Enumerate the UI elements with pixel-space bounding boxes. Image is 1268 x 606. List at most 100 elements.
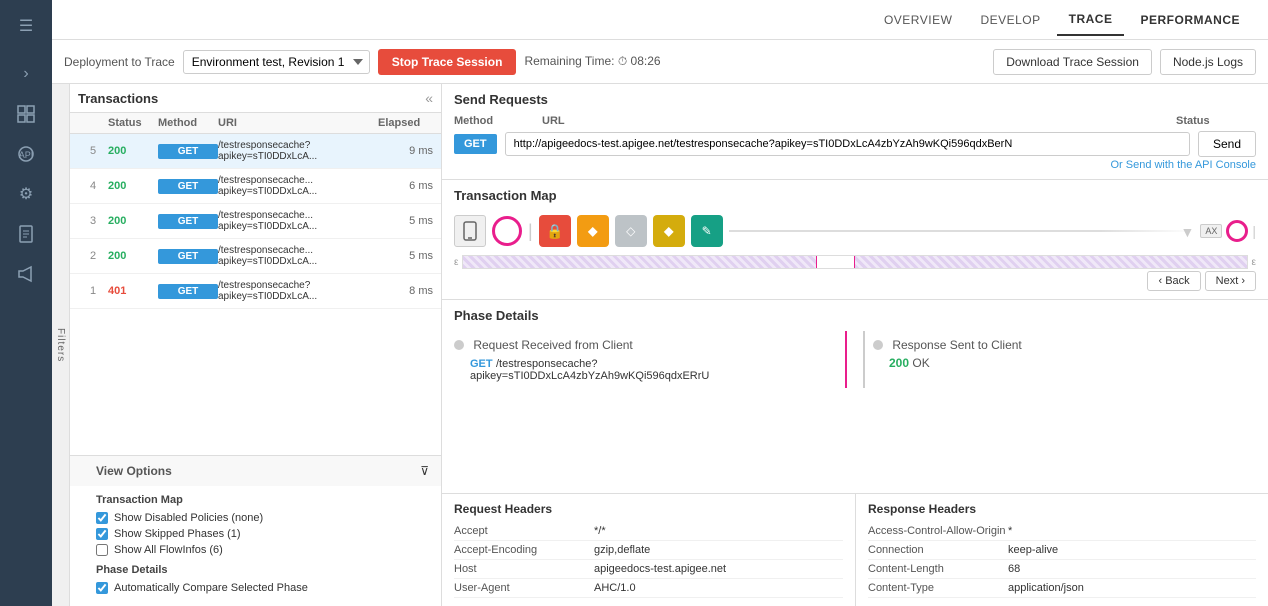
- separator-sm-icon: |: [1252, 223, 1256, 239]
- flow-right-side: AX |: [1200, 220, 1256, 242]
- timeline-end-marker: ε: [1252, 257, 1256, 268]
- back-button[interactable]: ‹ Back: [1147, 271, 1200, 291]
- right-panel: Send Requests Method URL Status GET Send…: [442, 84, 1268, 606]
- deployment-label: Deployment to Trace: [64, 55, 175, 69]
- request-headers-title: Request Headers: [454, 502, 843, 516]
- nav-trace[interactable]: TRACE: [1057, 4, 1125, 36]
- method-column-header: Method: [454, 115, 534, 127]
- download-trace-button[interactable]: Download Trace Session: [993, 49, 1152, 75]
- phase-request-indicator: [454, 340, 464, 350]
- phase-response: Response Sent to Client 200 OK: [863, 331, 1256, 388]
- nav-develop[interactable]: DEVELOP: [968, 5, 1052, 35]
- table-row[interactable]: 3 200 GET /testresponsecache... apikey=s…: [70, 204, 441, 239]
- url-column-header: URL: [542, 115, 1168, 127]
- circle-pink-sm-icon: [1226, 220, 1248, 242]
- grid-icon[interactable]: [8, 96, 44, 132]
- separator-icon: |: [528, 221, 533, 242]
- settings-icon[interactable]: ⚙: [8, 176, 44, 212]
- timeline-segment-1: [463, 256, 815, 268]
- skipped-phases-checkbox[interactable]: [96, 528, 108, 540]
- nav-overview[interactable]: OVERVIEW: [872, 5, 964, 35]
- timeline-segment-pink: [816, 256, 855, 268]
- sidebar: ☰ › API ⚙: [0, 0, 52, 606]
- table-row[interactable]: 2 200 GET /testresponsecache... apikey=s…: [70, 239, 441, 274]
- auto-compare-checkbox[interactable]: [96, 582, 108, 594]
- svg-text:API: API: [19, 150, 34, 160]
- menu-icon[interactable]: ☰: [8, 8, 44, 44]
- table-row[interactable]: 4 200 GET /testresponsecache... apikey=s…: [70, 169, 441, 204]
- response-headers-panel: Response Headers Access-Control-Allow-Or…: [855, 494, 1268, 606]
- method-get-btn[interactable]: GET: [158, 179, 218, 194]
- url-input[interactable]: [505, 132, 1190, 156]
- table-row[interactable]: 5 200 GET /testresponsecache? apikey=sTI…: [70, 134, 441, 169]
- send-button[interactable]: Send: [1198, 131, 1256, 157]
- stop-trace-button[interactable]: Stop Trace Session: [378, 49, 517, 75]
- header-row: Access-Control-Allow-Origin *: [868, 522, 1256, 541]
- response-headers-title: Response Headers: [868, 502, 1256, 516]
- api-icon[interactable]: API: [8, 136, 44, 172]
- phase-request: Request Received from Client GET /testre…: [454, 331, 847, 388]
- header-row: Host apigeedocs-test.apigee.net: [454, 560, 843, 579]
- diamond-gray-icon[interactable]: ◇: [615, 215, 647, 247]
- top-nav: OVERVIEW DEVELOP TRACE PERFORMANCE: [52, 0, 1268, 40]
- method-get-btn[interactable]: GET: [158, 214, 218, 229]
- phase-response-indicator: [873, 340, 883, 350]
- transactions-table: Status Method URI Elapsed 5 200 GET /tes…: [70, 113, 441, 455]
- method-get-btn[interactable]: GET: [158, 144, 218, 159]
- api-console-link[interactable]: Or Send with the API Console: [454, 159, 1256, 171]
- remaining-label: Remaining Time: ⏱ 08:26: [524, 54, 660, 69]
- view-options-phase-title: Phase Details: [96, 564, 429, 576]
- header-row: Connection keep-alive: [868, 541, 1256, 560]
- ax-badge: AX: [1200, 224, 1222, 238]
- checkbox-all-flowinfos[interactable]: Show All FlowInfos (6): [96, 544, 429, 556]
- view-options: View Options ⊽ Transaction Map Show Disa…: [70, 455, 441, 606]
- megaphone-icon[interactable]: [8, 256, 44, 292]
- phase-request-title: Request Received from Client: [473, 338, 632, 352]
- next-button[interactable]: Next ›: [1205, 271, 1256, 291]
- all-flowinfos-checkbox[interactable]: [96, 544, 108, 556]
- phase-request-details: GET /testresponsecache? apikey=sTI0DDxLc…: [454, 356, 837, 382]
- transaction-map-section: Transaction Map | 🔒 ◆ ◇ ◆ ✎: [442, 180, 1268, 300]
- diamond-yellow-icon[interactable]: ◆: [577, 215, 609, 247]
- timeline-start-marker: ε: [454, 257, 458, 268]
- timeline-nav: ‹ Back Next ›: [454, 271, 1256, 291]
- transactions-header: Transactions «: [70, 84, 441, 113]
- view-options-header[interactable]: View Options ⊽: [70, 456, 441, 486]
- method-get-btn[interactable]: GET: [158, 284, 218, 299]
- checkbox-auto-compare[interactable]: Automatically Compare Selected Phase: [96, 582, 429, 594]
- nav-performance[interactable]: PERFORMANCE: [1128, 5, 1252, 35]
- disabled-policies-checkbox[interactable]: [96, 512, 108, 524]
- header-row: Accept-Encoding gzip,deflate: [454, 541, 843, 560]
- edit-icon[interactable]: ✎: [691, 215, 723, 247]
- table-row[interactable]: 1 401 GET /testresponsecache? apikey=sTI…: [70, 274, 441, 309]
- view-options-collapse-icon[interactable]: ⊽: [420, 464, 429, 478]
- transactions-title: Transactions: [78, 91, 158, 106]
- phase-response-details: 200 OK: [873, 356, 1256, 370]
- filter-bar[interactable]: Filters: [52, 84, 70, 606]
- send-requests-title: Send Requests: [454, 92, 1256, 107]
- get-method-badge[interactable]: GET: [454, 134, 497, 154]
- headers-section: Request Headers Accept */* Accept-Encodi…: [442, 493, 1268, 606]
- header-row: Content-Length 68: [868, 560, 1256, 579]
- send-requests-section: Send Requests Method URL Status GET Send…: [442, 84, 1268, 180]
- toolbar: Deployment to Trace Environment test, Re…: [52, 40, 1268, 84]
- left-panel: Filters Transactions « Status Method URI…: [52, 84, 442, 606]
- transaction-map-title: Transaction Map: [454, 188, 1256, 203]
- env-select[interactable]: Environment test, Revision 1: [183, 50, 370, 74]
- view-options-map-title: Transaction Map: [96, 494, 429, 506]
- checkbox-disabled-policies[interactable]: Show Disabled Policies (none): [96, 512, 429, 524]
- nodejs-logs-button[interactable]: Node.js Logs: [1160, 49, 1256, 75]
- url-row: GET Send: [454, 131, 1256, 157]
- checkbox-skipped-phases[interactable]: Show Skipped Phases (1): [96, 528, 429, 540]
- method-get-btn[interactable]: GET: [158, 249, 218, 264]
- book-icon[interactable]: [8, 216, 44, 252]
- chevron-right-icon[interactable]: ›: [8, 56, 44, 92]
- status-column-header: Status: [1176, 115, 1256, 127]
- phone-icon: [454, 215, 486, 247]
- phase-grid: Request Received from Client GET /testre…: [454, 331, 1256, 388]
- lock-icon[interactable]: 🔒: [539, 215, 571, 247]
- diamond-gold-icon[interactable]: ◆: [653, 215, 685, 247]
- collapse-button[interactable]: «: [425, 90, 433, 106]
- request-headers-panel: Request Headers Accept */* Accept-Encodi…: [442, 494, 855, 606]
- header-row: User-Agent AHC/1.0: [454, 579, 843, 598]
